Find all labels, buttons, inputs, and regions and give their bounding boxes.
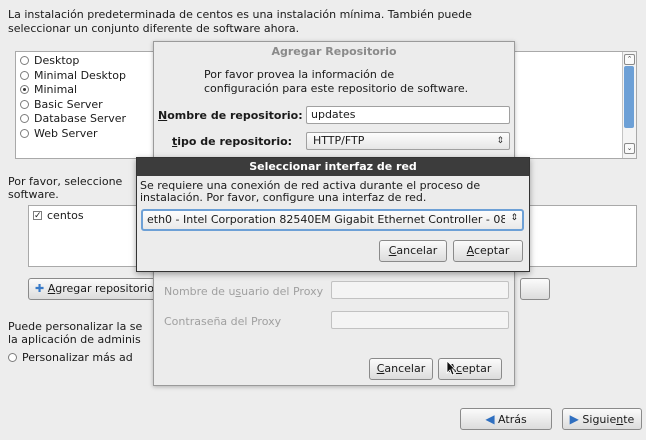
proxy-pass-input[interactable] (331, 311, 509, 329)
radio-icon[interactable] (20, 70, 29, 80)
proxy-user-input[interactable] (331, 281, 509, 299)
repo-prompt: Por favor, seleccione software. (8, 175, 123, 201)
proxy-user-label: Nombre de usuario del Proxy (164, 285, 324, 298)
scroll-down-icon[interactable]: ⌄ (624, 143, 635, 154)
add-repo-dialog-title: Agregar Repositorio (271, 45, 397, 58)
add-repo-button[interactable]: ✚ Agregar repositorio (28, 278, 168, 300)
scroll-up-icon[interactable]: ⌃ (624, 54, 635, 65)
repo-type-label: tipo de repositorio: (172, 135, 293, 148)
select-arrows-icon: ⇕ (510, 213, 518, 223)
modify-repo-button[interactable] (520, 278, 550, 300)
next-arrow-icon: ▶ (569, 412, 579, 426)
add-repo-description: Por favor provea la información de confi… (204, 68, 469, 95)
radio-icon[interactable] (20, 85, 29, 94)
repo-name-input[interactable]: updates (306, 106, 510, 124)
add-repo-cancel-button[interactable]: Cancelar (369, 358, 433, 380)
back-button[interactable]: ◀ Atrás (460, 408, 552, 430)
list-scrollbar[interactable]: ⌃ ⌄ (622, 52, 636, 158)
radio-icon[interactable] (20, 56, 29, 65)
add-repo-icon: ✚ (35, 282, 45, 295)
repo-type-select[interactable]: HTTP/FTP ⇕ (306, 132, 510, 150)
network-accept-button[interactable]: Aceptar (453, 240, 523, 262)
back-arrow-icon: ◀ (485, 412, 495, 426)
mouse-cursor-icon (446, 360, 456, 376)
customize-option[interactable]: Personalizar más ad (8, 351, 133, 364)
intro-text: La instalación predeterminada de centos … (8, 8, 472, 35)
scroll-thumb[interactable] (624, 66, 634, 128)
network-cancel-button[interactable]: Cancelar (379, 240, 447, 262)
radio-icon[interactable] (8, 353, 17, 362)
network-interface-select[interactable]: eth0 - Intel Corporation 82540EM Gigabit… (141, 209, 524, 231)
radio-icon[interactable] (20, 114, 29, 123)
proxy-pass-label: Contraseña del Proxy (164, 315, 282, 328)
radio-icon[interactable] (20, 99, 29, 109)
radio-icon[interactable] (20, 128, 29, 138)
network-dialog-description: Se requiere una conexión de red activa d… (140, 179, 481, 204)
network-dialog: Seleccionar interfaz de red Se requiere … (136, 157, 530, 272)
next-button[interactable]: ▶ Siguiente (562, 408, 642, 430)
customize-text: Puede personalizar la se la aplicación d… (8, 320, 143, 346)
checkbox-icon[interactable] (33, 209, 42, 223)
select-arrows-icon: ⇕ (496, 136, 504, 146)
network-dialog-title: Seleccionar interfaz de red (137, 158, 529, 176)
repo-name-label: Nombre de repositorio: (158, 109, 303, 122)
